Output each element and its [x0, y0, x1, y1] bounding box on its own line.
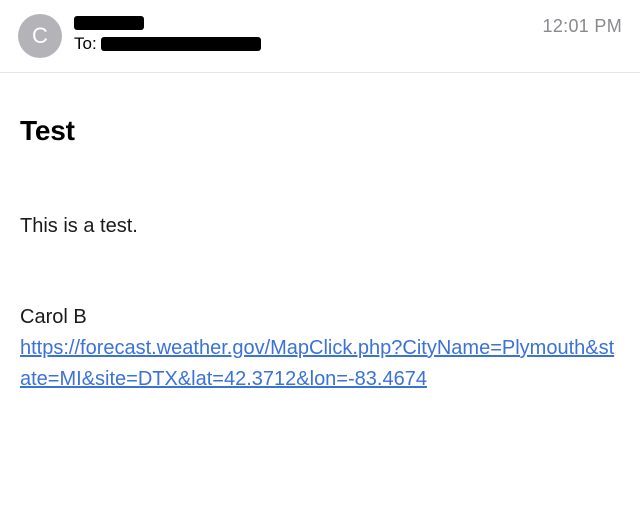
to-label: To: — [74, 34, 97, 54]
email-content: Test This is a test. Carol B https://for… — [0, 73, 640, 415]
email-header: C To: 12:01 PM — [0, 0, 640, 73]
email-body: This is a test. Carol B https://forecast… — [20, 211, 620, 395]
signature-name: Carol B — [20, 302, 620, 333]
body-line: This is a test. — [20, 211, 620, 242]
timestamp: 12:01 PM — [543, 14, 622, 37]
redacted-recipient — [101, 37, 261, 51]
from-line[interactable] — [74, 16, 543, 30]
redacted-sender — [74, 16, 144, 30]
email-subject: Test — [20, 115, 620, 147]
weather-link[interactable]: https://forecast.weather.gov/MapClick.ph… — [20, 337, 614, 390]
header-meta: To: — [74, 14, 543, 54]
sender-avatar[interactable]: C — [18, 14, 62, 58]
avatar-initial: C — [32, 23, 48, 49]
to-line[interactable]: To: — [74, 34, 543, 54]
